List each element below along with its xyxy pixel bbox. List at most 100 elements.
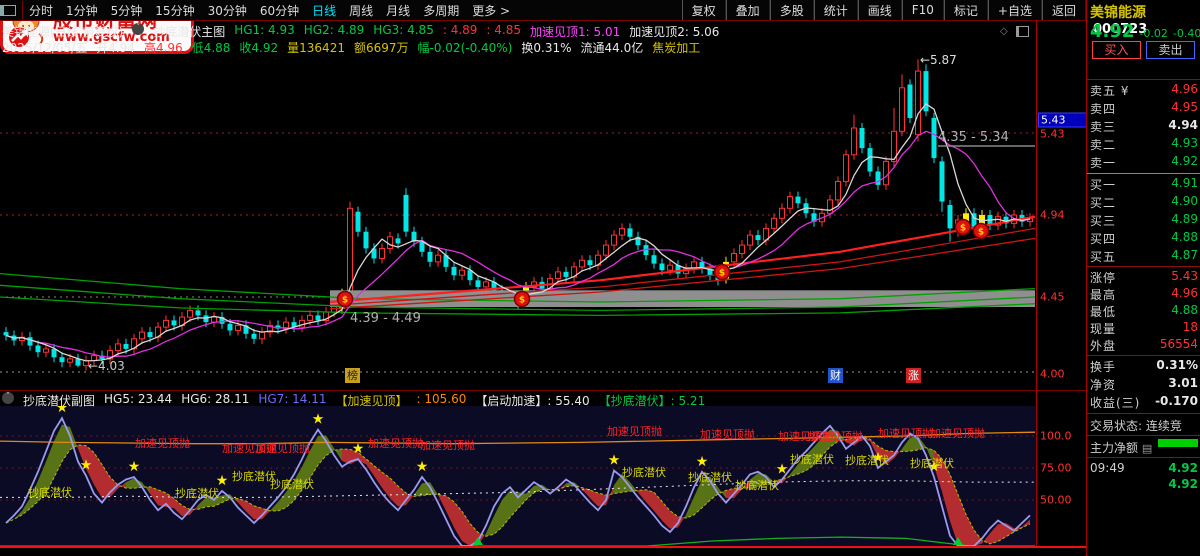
split-window-icon[interactable] bbox=[1016, 26, 1029, 37]
buy-button[interactable]: 买入 bbox=[1092, 41, 1141, 59]
bid-row-4[interactable]: 买四4.88 bbox=[1090, 230, 1198, 247]
bid-row-1[interactable]: 买一4.91 bbox=[1090, 176, 1198, 193]
bid-row-3[interactable]: 买三 4.89 bbox=[1090, 212, 1198, 229]
tool-button-画线[interactable]: 画线 bbox=[858, 0, 902, 20]
sub-header-field: HG7: 14.11 bbox=[258, 392, 326, 409]
row-label: 换手 bbox=[1090, 358, 1116, 375]
row-value: 4.96 bbox=[1171, 286, 1198, 303]
menu-item-5分钟[interactable]: 5分钟 bbox=[111, 2, 143, 19]
tool-button-标记[interactable]: 标记 bbox=[944, 0, 988, 20]
row-value: 4.89 bbox=[1171, 212, 1198, 229]
sidebar-divider bbox=[1087, 435, 1200, 436]
indicator-dropdown-icon[interactable]: ˅ bbox=[132, 23, 144, 35]
svg-text:4.35 - 5.34: 4.35 - 5.34 bbox=[938, 130, 1009, 145]
main-force-flow-row[interactable]: 主力净额 ▤ bbox=[1090, 439, 1198, 456]
svg-text:加速见顶抛: 加速见顶抛 bbox=[808, 429, 863, 443]
event-marker-涨[interactable]: 涨 bbox=[906, 368, 921, 383]
flow-bar bbox=[1158, 439, 1198, 447]
menu-item-月线[interactable]: 月线 bbox=[386, 2, 410, 19]
svg-text:4.39 - 4.49: 4.39 - 4.49 bbox=[350, 311, 421, 326]
svg-text:抄底潜伏: 抄底潜伏 bbox=[845, 453, 889, 467]
row-value: 4.92 bbox=[1171, 154, 1198, 171]
ohlc-field: 量136421 bbox=[287, 39, 345, 56]
diamond-icon[interactable]: ◇ bbox=[1000, 26, 1008, 37]
price-change-pct: -0.40% bbox=[1173, 27, 1200, 40]
ask-row-2[interactable]: 卖二4.93 bbox=[1090, 136, 1198, 153]
stat-row-现量[interactable]: 现量18 bbox=[1090, 320, 1198, 337]
sub-header-field: 【抄底潜伏】: 5.21 bbox=[599, 392, 706, 409]
bid-row-2[interactable]: 买二4.90 bbox=[1090, 194, 1198, 211]
tool-button-+自选[interactable]: +自选 bbox=[988, 0, 1042, 20]
header-field: : 4.89 bbox=[443, 23, 478, 40]
stat-row-外盘[interactable]: 外盘56554 bbox=[1090, 337, 1198, 354]
stat-row-最高[interactable]: 最高4.96 bbox=[1090, 286, 1198, 303]
tick-price: 4.92 bbox=[1168, 477, 1198, 491]
row-label: 买四 bbox=[1090, 230, 1116, 247]
stat-row-换手[interactable]: 换手0.31% bbox=[1090, 358, 1198, 375]
event-marker-榜[interactable]: 榜 bbox=[345, 368, 360, 383]
menu-item-日线[interactable]: 日线 bbox=[312, 2, 336, 19]
svg-text:$: $ bbox=[342, 296, 348, 306]
main-candlestick-chart[interactable]: $$$$$←4.03←5.874.39 - 4.494.35 - 5.34 bbox=[0, 20, 1036, 390]
bid-row-5[interactable]: 买五4.87 bbox=[1090, 248, 1198, 265]
ask-row-3[interactable]: 卖三4.94 bbox=[1090, 118, 1198, 135]
trading-terminal-window: 分时 1分钟 5分钟 15分钟 30分钟 60分钟日线周线月线多周期更多 > 复权叠加多股… bbox=[0, 0, 1200, 556]
sidebar-divider bbox=[1087, 173, 1200, 174]
sub-indicator-dropdown-icon[interactable]: ˅ bbox=[2, 392, 14, 404]
price-axis-label: 4.45 bbox=[1040, 291, 1065, 304]
menu-item-更多 >[interactable]: 更多 > bbox=[472, 2, 510, 19]
ask-row-5[interactable]: 卖五 ¥4.96 bbox=[1090, 82, 1198, 99]
stat-row-净资[interactable]: 净资3.01 bbox=[1090, 376, 1198, 393]
tool-button-返回[interactable]: 返回 bbox=[1042, 0, 1086, 20]
header-field: 加速见顶1: 5.01 bbox=[530, 23, 620, 40]
svg-text:加速见顶抛: 加速见顶抛 bbox=[878, 426, 933, 440]
sidebar-divider bbox=[1087, 79, 1200, 80]
menu-item-30分钟[interactable]: 30分钟 bbox=[208, 2, 247, 19]
sell-button[interactable]: 卖出 bbox=[1146, 41, 1195, 59]
price-change: -0.02 bbox=[1139, 27, 1167, 40]
svg-text:←4.03: ←4.03 bbox=[88, 359, 125, 373]
chart-corner-icons: ◇ bbox=[1000, 26, 1029, 37]
oscillator-sub-chart[interactable]: ★★★★★★★★★★★★加速见顶抛加速见顶抛加速见顶抛加速见顶抛加速见顶抛加速见… bbox=[0, 406, 1036, 546]
svg-text:加速见顶抛: 加速见顶抛 bbox=[420, 438, 475, 452]
tool-button-复权[interactable]: 复权 bbox=[682, 0, 726, 20]
sub-axis-label: 75.00 bbox=[1040, 462, 1072, 475]
row-label: 卖五 ¥ bbox=[1090, 82, 1129, 99]
svg-text:★: ★ bbox=[608, 453, 621, 469]
tool-button-叠加[interactable]: 叠加 bbox=[726, 0, 770, 20]
ohlc-field: 幅-0.02(-0.40%) bbox=[418, 39, 513, 56]
row-value: 4.91 bbox=[1171, 176, 1198, 193]
row-label: 卖四 bbox=[1090, 100, 1116, 117]
layout-icon[interactable] bbox=[0, 5, 16, 16]
menu-item-1分钟[interactable]: 1分钟 bbox=[66, 2, 98, 19]
sub-indicator-header: ˅抄底潜伏副图HG5: 23.44HG6: 28.11HG7: 14.11【加速… bbox=[2, 392, 705, 409]
ask-row-4[interactable]: 卖四4.95 bbox=[1090, 100, 1198, 117]
sidebar-divider bbox=[1087, 355, 1200, 356]
tool-button-多股[interactable]: 多股 bbox=[770, 0, 814, 20]
header-field: 抄底潜伏主图 bbox=[153, 23, 225, 40]
stat-row-收益(三)[interactable]: 收益(三)-0.170 bbox=[1090, 394, 1198, 411]
header-field: 加速见顶2: 5.06 bbox=[629, 23, 719, 40]
sub-header-field: 【加速见顶】 bbox=[336, 392, 408, 409]
ask-row-1[interactable]: 卖一4.92 bbox=[1090, 154, 1198, 171]
svg-text:抄底潜伏: 抄底潜伏 bbox=[688, 470, 732, 484]
stat-row-最低[interactable]: 最低4.88 bbox=[1090, 303, 1198, 320]
tool-button-统计[interactable]: 统计 bbox=[814, 0, 858, 20]
sidebar-divider bbox=[1087, 266, 1200, 267]
sub-header-field: : 105.60 bbox=[417, 392, 467, 409]
row-label: 买三 bbox=[1090, 212, 1116, 229]
svg-text:★: ★ bbox=[416, 459, 429, 475]
svg-text:抄底潜伏: 抄底潜伏 bbox=[175, 486, 219, 500]
stat-row-涨停[interactable]: 涨停5.43 bbox=[1090, 269, 1198, 286]
menu-item-分时[interactable]: 分时 bbox=[29, 2, 53, 19]
tool-button-F10[interactable]: F10 bbox=[902, 0, 944, 20]
menu-item-周线[interactable]: 周线 bbox=[349, 2, 373, 19]
svg-text:←5.87: ←5.87 bbox=[920, 53, 957, 67]
svg-text:★: ★ bbox=[776, 462, 789, 478]
event-marker-财[interactable]: 财 bbox=[828, 368, 843, 383]
limit-price-box: 5.43 bbox=[1038, 113, 1090, 128]
svg-text:加速见顶抛: 加速见顶抛 bbox=[607, 424, 662, 438]
menu-item-60分钟[interactable]: 60分钟 bbox=[260, 2, 299, 19]
menu-item-15分钟[interactable]: 15分钟 bbox=[155, 2, 194, 19]
menu-item-多周期[interactable]: 多周期 bbox=[423, 2, 459, 19]
